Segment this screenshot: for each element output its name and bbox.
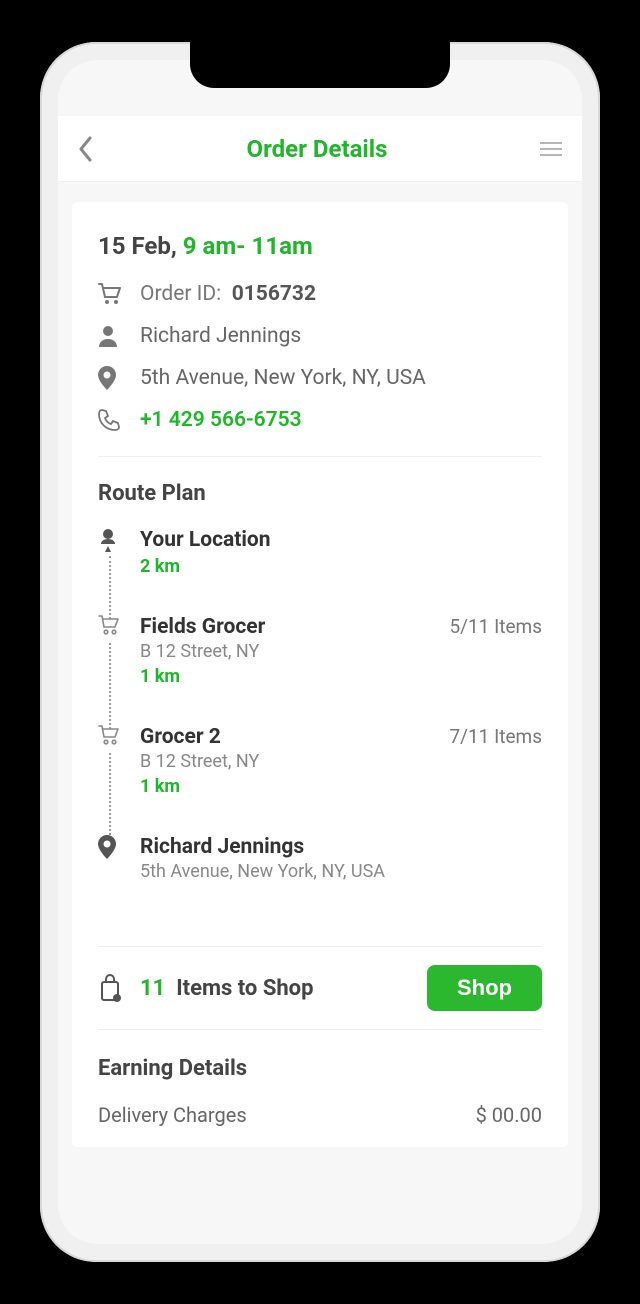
pin-icon: [98, 366, 122, 390]
person-pin-icon: [98, 528, 122, 577]
route-stop-items: 7/11 Items: [449, 725, 542, 748]
app-screen: Order Details 15 Feb, 9 am- 11am Order I…: [58, 60, 582, 1244]
earning-row: Delivery Charges $ 00.00: [98, 1103, 542, 1127]
route-stop-items: 5/11 Items: [449, 615, 542, 638]
address-row: 5th Avenue, New York, NY, USA: [98, 366, 542, 390]
route-stop-title: Richard Jennings: [140, 835, 304, 859]
phone-frame: Order Details 15 Feb, 9 am- 11am Order I…: [40, 42, 600, 1262]
customer-address: 5th Avenue, New York, NY, USA: [140, 366, 426, 390]
person-icon: [98, 325, 122, 347]
shop-button[interactable]: Shop: [427, 965, 542, 1011]
customer-phone: +1 429 566-6753: [140, 408, 302, 432]
route-stop-distance: 2 km: [140, 556, 542, 577]
phone-notch: [190, 42, 450, 88]
phone-row[interactable]: +1 429 566-6753: [98, 408, 542, 432]
cart-outline-icon: [98, 615, 122, 687]
order-date: 15 Feb,: [98, 232, 183, 260]
shop-bar: 11 Items to Shop Shop: [98, 946, 542, 1030]
route-stop-origin: Your Location 2 km: [98, 528, 542, 615]
cart-outline-icon: [98, 725, 122, 797]
order-id-label: Order ID:: [140, 282, 221, 306]
customer-name: Richard Jennings: [140, 324, 301, 348]
route-stop-distance: 1 km: [140, 776, 542, 797]
earning-label: Delivery Charges: [98, 1103, 247, 1127]
top-bar: Order Details: [58, 116, 582, 182]
order-id-value: 0156732: [232, 282, 316, 306]
cart-icon: [98, 283, 122, 305]
shop-items-label: Items to Shop: [176, 976, 313, 1001]
back-button[interactable]: [78, 136, 94, 162]
route-stop-distance: 1 km: [140, 666, 542, 687]
route-stop-title: Your Location: [140, 528, 271, 552]
route-stop-title: Fields Grocer: [140, 615, 265, 639]
route-stop-title: Grocer 2: [140, 725, 221, 749]
route-stop-store: Grocer 2 7/11 Items B 12 Street, NY 1 km: [98, 725, 542, 835]
phone-icon: [98, 409, 122, 431]
route-stop-address: 5th Avenue, New York, NY, USA: [140, 861, 542, 882]
order-datetime: 15 Feb, 9 am- 11am: [98, 232, 542, 260]
route-stop-destination: Richard Jennings 5th Avenue, New York, N…: [98, 835, 542, 920]
route-stop-address: B 12 Street, NY: [140, 751, 542, 772]
route-stop-address: B 12 Street, NY: [140, 641, 542, 662]
order-id-row: Order ID: 0156732: [98, 282, 542, 306]
shop-item-count: 11: [140, 976, 165, 1001]
order-time-window: 9 am- 11am: [183, 232, 313, 260]
customer-row: Richard Jennings: [98, 324, 542, 348]
page-title: Order Details: [247, 135, 388, 163]
earning-details-title: Earning Details: [98, 1056, 542, 1081]
order-card: 15 Feb, 9 am- 11am Order ID: 0156732 Ric…: [72, 202, 568, 1147]
pin-icon: [98, 835, 122, 882]
route-stop-store: Fields Grocer 5/11 Items B 12 Street, NY…: [98, 615, 542, 725]
divider: [98, 456, 542, 457]
earning-value: $ 00.00: [476, 1103, 542, 1127]
content: 15 Feb, 9 am- 11am Order ID: 0156732 Ric…: [58, 182, 582, 1147]
bag-icon: [98, 974, 122, 1002]
menu-button[interactable]: [540, 142, 562, 156]
route-plan-title: Route Plan: [98, 481, 542, 506]
